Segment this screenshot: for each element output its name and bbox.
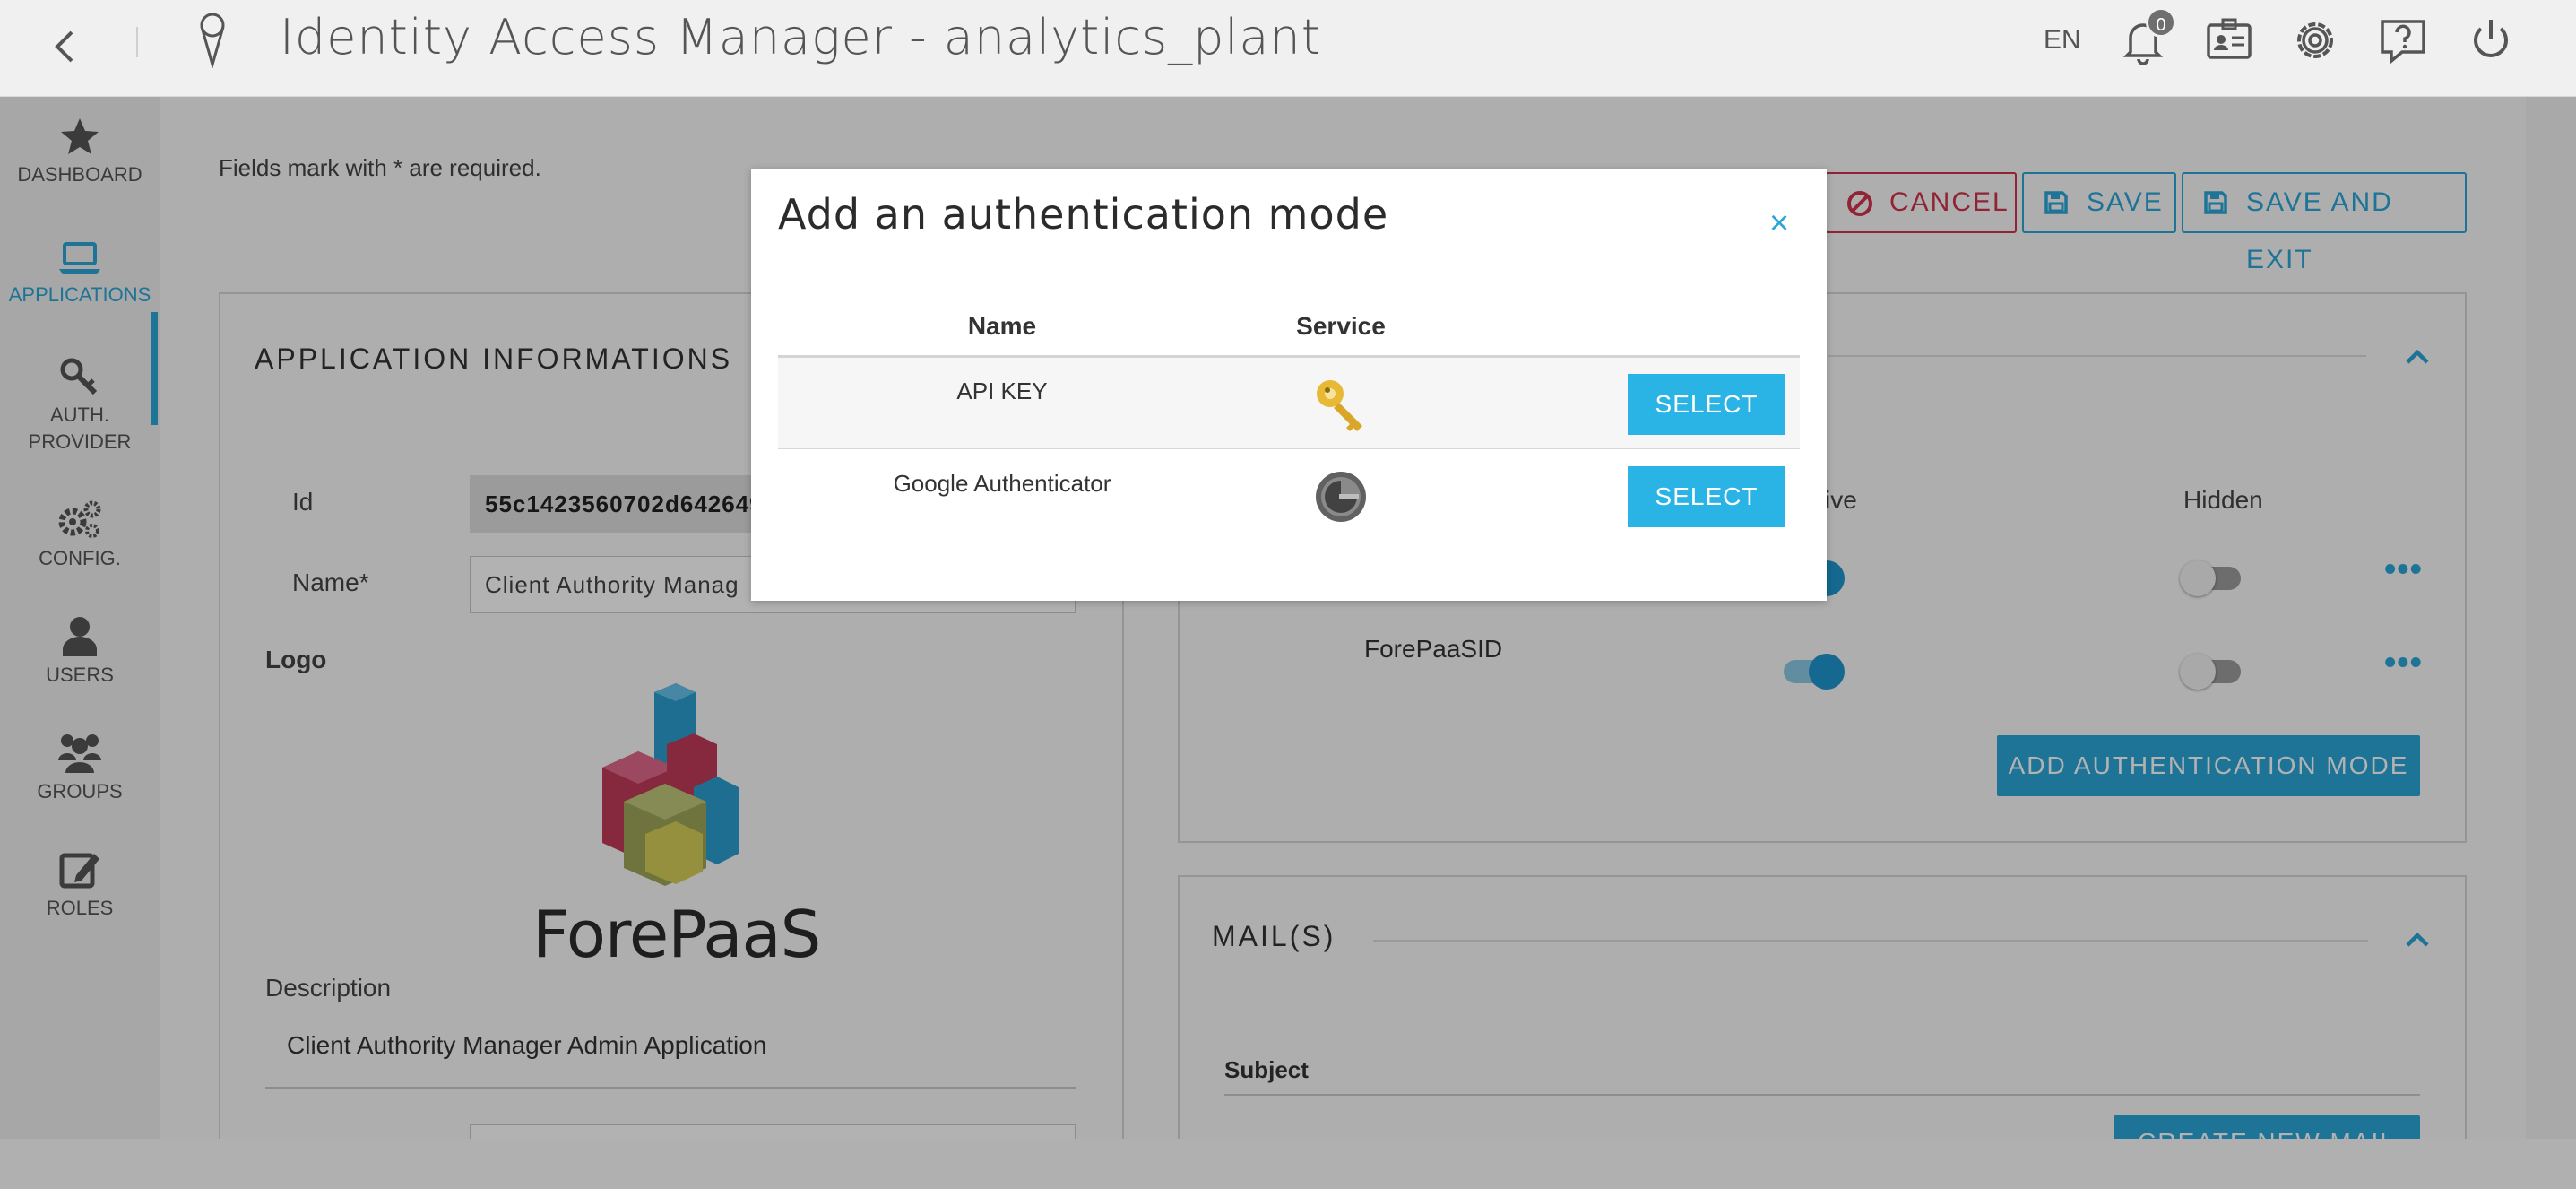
select-button[interactable]: SELECT: [1628, 374, 1785, 435]
google-authenticator-icon: [1316, 472, 1366, 522]
table-row: Google Authenticator SELECT: [778, 450, 1800, 542]
service-column-header: Service: [1296, 312, 1386, 340]
header-divider: [136, 27, 138, 57]
app-logo-icon: [200, 13, 225, 68]
table-row: API KEY SELECT: [778, 358, 1800, 449]
key-icon: [1317, 380, 1362, 431]
close-icon[interactable]: ×: [1769, 206, 1789, 240]
add-authentication-mode-dialog: Add an authentication mode × Name Servic…: [751, 169, 1827, 601]
auth-mode-name: Google Authenticator: [893, 470, 1111, 497]
bottom-strip: [0, 1139, 2576, 1189]
notification-badge: 0: [2146, 7, 2176, 38]
app-title: Identity Access Manager - analytics_plan…: [280, 9, 1321, 65]
help-icon[interactable]: [2375, 13, 2431, 68]
dialog-title: Add an authentication mode: [778, 190, 1389, 239]
auth-mode-name: API KEY: [956, 378, 1048, 404]
back-arrow-icon[interactable]: [47, 20, 82, 74]
top-bar: Identity Access Manager - analytics_plan…: [0, 0, 2576, 97]
select-button[interactable]: SELECT: [1628, 466, 1785, 527]
id-card-icon[interactable]: [2201, 13, 2257, 68]
language-selector[interactable]: EN: [2044, 25, 2081, 56]
gear-icon[interactable]: [2287, 13, 2343, 68]
name-column-header: Name: [967, 312, 1037, 340]
power-icon[interactable]: [2463, 13, 2519, 68]
